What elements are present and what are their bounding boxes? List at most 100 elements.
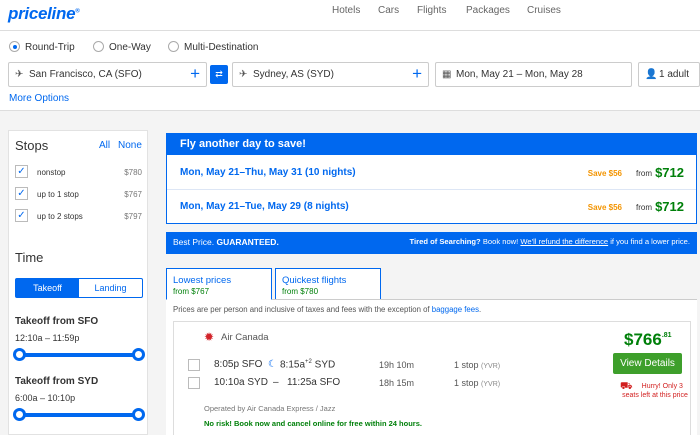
return-arrive: 11:25a SFO [287, 377, 341, 388]
result-price: $766.81 [624, 330, 672, 350]
range-from: 12:10a [15, 333, 43, 343]
checkbox-nonstop[interactable]: ✓ [15, 165, 28, 178]
range-values-sfo: 12:10a – 11:59p [15, 333, 80, 343]
logo-mark: ® [75, 8, 80, 15]
origin-value: San Francisco, CA (SFO) [29, 69, 142, 80]
radio-label: Round-Trip [25, 42, 75, 53]
tab-subtitle: from $780 [282, 287, 319, 296]
arrive-code: SYD [314, 359, 336, 371]
tab-takeoff[interactable]: Takeoff [16, 279, 79, 297]
flex-date-option[interactable]: Mon, May 21–Tue, May 29 (8 nights) Save … [167, 190, 696, 224]
tab-quickest-flights[interactable]: Quickest flights from $780 [275, 268, 381, 300]
add-origin-plus-icon[interactable]: + [190, 64, 200, 84]
person-icon: 👤 [645, 69, 658, 80]
range-to: 10:10p [47, 393, 76, 403]
stop-price: $767 [124, 190, 142, 199]
travelers-value: 1 adult [659, 69, 690, 80]
tab-lowest-prices[interactable]: Lowest prices from $767 [166, 268, 272, 300]
slider-handle-min[interactable] [13, 348, 26, 361]
stops-none-link[interactable]: None [118, 140, 142, 151]
flex-date-option[interactable]: Mon, May 21–Thu, May 31 (10 nights) Save… [167, 156, 696, 190]
via-airport: (YVR) [481, 381, 501, 388]
outbound-arrive: 8:15a+2 SYD [280, 359, 335, 370]
nav-cruises[interactable]: Cruises [527, 5, 561, 16]
results-panel: Prices are per person and inclusive of t… [166, 299, 697, 435]
tired-label: Tired of Searching? [409, 237, 481, 246]
price-dollars: $766 [624, 330, 662, 349]
flexible-dates-promo: Fly another day to save! Mon, May 21–Thu… [166, 133, 697, 224]
plane-icon: ✈ [15, 69, 24, 80]
add-destination-plus-icon[interactable]: + [412, 64, 422, 84]
radio-label: Multi-Destination [184, 42, 259, 53]
destination-field[interactable]: ✈ Sydney, AS (SYD) + [232, 62, 429, 87]
slider-handle-min[interactable] [13, 408, 26, 421]
nav-flights[interactable]: Flights [417, 5, 446, 16]
priceline-logo[interactable]: priceline® [8, 4, 80, 24]
swap-airports-button[interactable]: ⇄ [210, 65, 228, 84]
seats-left-warning: ⛟ Hurry! Only 3 seats left at this price [620, 382, 690, 400]
leg-checkbox-return[interactable] [188, 377, 200, 389]
save-amount: Save $56 [587, 169, 622, 178]
slider-track-sfo [13, 348, 145, 361]
flex-dates: Mon, May 21–Thu, May 31 (10 nights) [180, 167, 356, 178]
nav-packages[interactable]: Packages [466, 5, 510, 16]
stop-label: nonstop [37, 168, 66, 177]
radio-label: One-Way [109, 42, 151, 53]
price-cents: .81 [661, 332, 672, 339]
disclaimer-text: Prices are per person and inclusive of t… [173, 305, 432, 314]
book-now-text: Book now! [480, 237, 521, 246]
disclaimer-end: . [479, 305, 482, 314]
refund-text: Tired of Searching? Book now! We'll refu… [410, 237, 690, 246]
checkbox-up-to-2-stops[interactable]: ✓ [15, 209, 28, 222]
best-price-text: Best Price. GUARANTEED. [173, 237, 279, 247]
from-label: from [636, 169, 652, 178]
travelers-field[interactable]: 👤 1 adult [638, 62, 700, 87]
refund-link[interactable]: We'll refund the difference [520, 237, 608, 246]
dates-field[interactable]: ▦ Mon, May 21 – Mon, May 28 [435, 62, 632, 87]
guaranteed-label: GUARANTEED. [216, 237, 279, 247]
more-options-link[interactable]: More Options [9, 93, 69, 104]
baggage-fees-link[interactable]: baggage fees [432, 305, 479, 314]
logo-text: priceline [8, 4, 76, 23]
range-from: 6:00a [15, 393, 38, 403]
outbound-duration: 19h 10m [379, 360, 415, 370]
seat-icon: ⛟ [620, 381, 633, 392]
promo-title: Fly another day to save! [167, 134, 696, 155]
air-canada-leaf-icon: ✹ [204, 330, 215, 344]
calendar-icon: ▦ [442, 69, 452, 80]
return-depart: 10:10a SYD [214, 377, 268, 388]
refund-suffix: if you find a lower price. [608, 237, 690, 246]
top-bar: priceline® Hotels Cars Flights Packages … [0, 0, 700, 31]
radio-round-trip[interactable]: Round-Trip [9, 41, 75, 53]
slider-track-syd [13, 408, 145, 421]
price-guarantee-banner: Best Price. GUARANTEED. Tired of Searchi… [166, 232, 697, 254]
flight-result-card: ✹ Air Canada 8:05p SFO ☾ 8:15a+2 SYD 19h… [173, 321, 691, 435]
tab-landing[interactable]: Landing [79, 279, 142, 297]
stop-price: $797 [124, 212, 142, 221]
stop-price: $780 [124, 168, 142, 177]
view-details-button[interactable]: View Details [613, 353, 682, 374]
flex-price: $712 [655, 199, 684, 214]
radio-dot [168, 41, 179, 52]
flex-price: $712 [655, 165, 684, 180]
radio-multi-destination[interactable]: Multi-Destination [168, 41, 258, 53]
leg-dash: – [273, 377, 279, 388]
stops-all-link[interactable]: All [99, 140, 110, 151]
origin-field[interactable]: ✈ San Francisco, CA (SFO) + [8, 62, 207, 87]
save-amount: Save $56 [587, 203, 622, 212]
nav-cars[interactable]: Cars [378, 5, 399, 16]
price-disclaimer: Prices are per person and inclusive of t… [173, 305, 481, 314]
operated-by-text: Operated by Air Canada Express / Jazz [204, 404, 336, 413]
radio-one-way[interactable]: One-Way [93, 41, 151, 53]
slider-handle-max[interactable] [132, 408, 145, 421]
nav-hotels[interactable]: Hotels [332, 5, 360, 16]
free-cancel-text: No risk! Book now and cancel online for … [204, 419, 422, 428]
search-panel: Round-Trip One-Way Multi-Destination ✈ S… [0, 31, 700, 111]
slider-handle-max[interactable] [132, 348, 145, 361]
return-stops: 1 stop (YVR) [454, 378, 500, 388]
radio-dot-selected [9, 41, 20, 52]
leg-checkbox-outbound[interactable] [188, 359, 200, 371]
stops-count: 1 stop [454, 360, 479, 370]
checkbox-up-to-1-stop[interactable]: ✓ [15, 187, 28, 200]
airline-name: Air Canada [221, 332, 269, 343]
